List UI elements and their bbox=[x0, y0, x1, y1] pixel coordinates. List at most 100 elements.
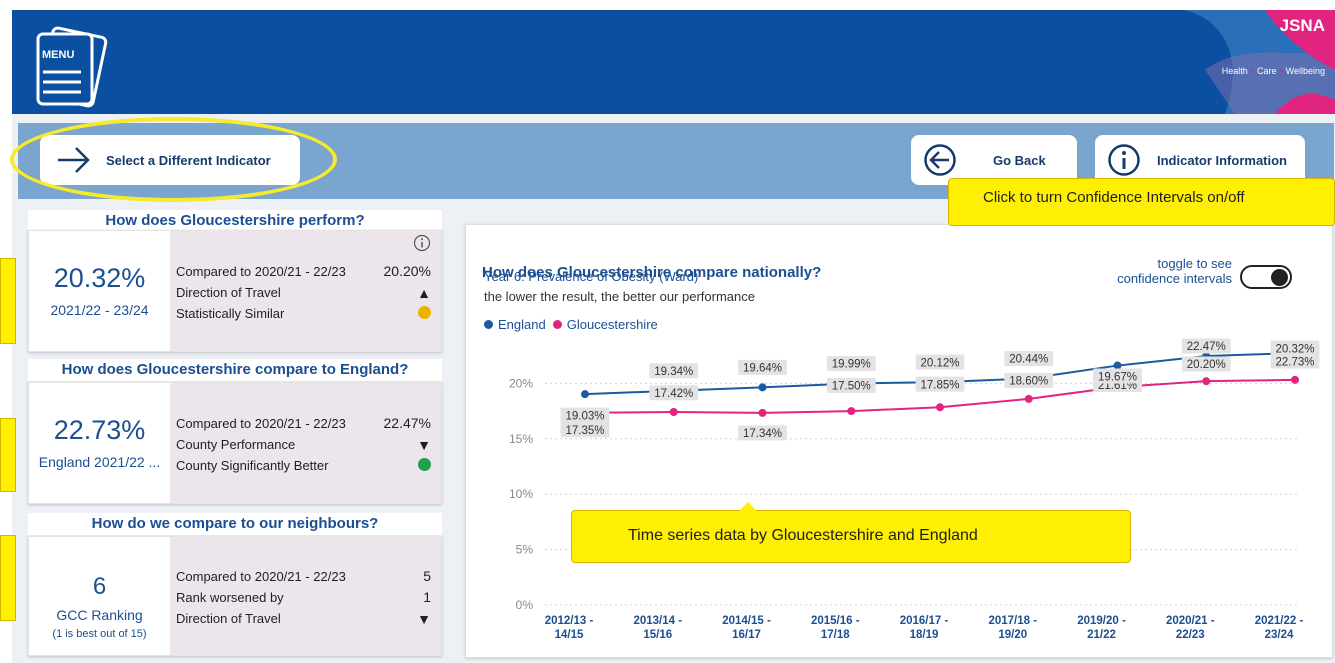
data-point-gloucestershire bbox=[1291, 375, 1299, 384]
y-tick-label: 0% bbox=[516, 598, 534, 612]
chart-note: the lower the result, the better our per… bbox=[484, 289, 755, 304]
neighbours-compare-value: 5 bbox=[423, 568, 431, 584]
x-tick-label: 2015/16 -17/18 bbox=[811, 615, 860, 641]
gloucestershire-data-label: 17.85% bbox=[920, 379, 959, 391]
y-tick-label: 10% bbox=[509, 487, 533, 501]
data-point-gloucestershire bbox=[1024, 394, 1033, 403]
info-icon[interactable] bbox=[413, 234, 431, 252]
perform-compare-label: Compared to 2020/21 - 22/23 bbox=[176, 264, 346, 279]
england-data-label: 19.34% bbox=[654, 366, 693, 378]
x-tick-label: 2013/14 -15/16 bbox=[633, 615, 682, 641]
chart-legend: England Gloucestershire bbox=[484, 317, 658, 332]
data-point-gloucestershire bbox=[936, 403, 944, 412]
legend-gloucestershire[interactable]: Gloucestershire bbox=[567, 317, 658, 332]
brand-title: JSNA bbox=[1279, 16, 1325, 35]
callout-marker bbox=[0, 418, 16, 492]
perform-significance-label: Statistically Similar bbox=[176, 306, 285, 321]
confidence-interval-toggle[interactable] bbox=[1240, 265, 1292, 289]
data-point-england bbox=[581, 390, 589, 399]
neighbours-card: 6 GCC Ranking (1 is best out of 15) Comp… bbox=[28, 536, 442, 656]
perform-period: 2021/22 - 23/24 bbox=[50, 302, 149, 318]
england-data-label: 22.47% bbox=[1187, 341, 1226, 353]
go-back-label: Go Back bbox=[993, 152, 1046, 168]
perform-value: 20.32% bbox=[53, 263, 146, 293]
data-point-england bbox=[1113, 361, 1122, 370]
data-point-gloucestershire bbox=[847, 407, 856, 416]
gcc-ranking-note: (1 is best out of 15) bbox=[52, 628, 147, 640]
back-arrow-icon bbox=[924, 144, 956, 176]
brand-sub-wellbeing: Wellbeing bbox=[1285, 66, 1325, 76]
gloucestershire-data-label: 18.60% bbox=[1009, 376, 1048, 388]
perform-compare-value: 20.20% bbox=[383, 263, 431, 279]
gloucestershire-data-label: 19.67% bbox=[1098, 371, 1137, 383]
triangle-down-icon: ▼ bbox=[417, 611, 431, 627]
data-point-gloucestershire bbox=[1202, 377, 1211, 386]
perform-direction-label: Direction of Travel bbox=[176, 285, 281, 300]
brand-subtitle: Health • Care • Wellbeing bbox=[1221, 66, 1325, 76]
legend-gloucestershire-swatch bbox=[552, 320, 562, 329]
confidence-tooltip-text: Click to turn Confidence Intervals on/of… bbox=[983, 189, 1245, 206]
gloucestershire-data-label: 17.42% bbox=[654, 388, 693, 400]
data-point-england bbox=[758, 383, 767, 392]
county-performance-label: County Performance bbox=[176, 437, 296, 452]
england-compare-value: 22.47% bbox=[383, 415, 431, 431]
y-tick-label: 5% bbox=[516, 543, 534, 557]
triangle-up-icon: ▲ bbox=[417, 285, 431, 301]
neighbours-compare-label: Compared to 2020/21 - 22/23 bbox=[176, 569, 346, 584]
y-tick-label: 20% bbox=[509, 376, 533, 390]
rank-worsened-label: Rank worsened by bbox=[176, 590, 284, 605]
menu-icon[interactable]: MENU bbox=[26, 26, 116, 110]
england-data-label: 20.12% bbox=[920, 357, 959, 369]
england-data-label: 19.03% bbox=[565, 410, 604, 422]
indicator-information-label: Indicator Information bbox=[1157, 152, 1287, 168]
x-tick-label: 2019/20 -21/22 bbox=[1077, 615, 1126, 641]
confidence-tooltip: Click to turn Confidence Intervals on/of… bbox=[948, 178, 1335, 226]
data-point-gloucestershire bbox=[669, 407, 678, 416]
toggle-label-line2: confidence intervals bbox=[1117, 271, 1232, 286]
toggle-knob bbox=[1271, 269, 1288, 286]
england-data-label: 19.64% bbox=[743, 363, 782, 375]
x-tick-label: 2017/18 -19/20 bbox=[988, 615, 1037, 641]
toggle-label: toggle to see confidence intervals bbox=[1100, 256, 1232, 286]
perform-title: How does Gloucestershire perform? bbox=[28, 210, 442, 232]
gloucestershire-data-label: 17.35% bbox=[565, 425, 604, 437]
x-tick-label: 2020/21 -22/23 bbox=[1166, 615, 1215, 641]
rank-worsened-value: 1 bbox=[423, 589, 431, 605]
menu-label: MENU bbox=[42, 49, 74, 61]
amber-status-dot bbox=[418, 306, 431, 322]
x-tick-label: 2021/22 -23/24 bbox=[1255, 615, 1304, 641]
gloucestershire-data-label: 17.34% bbox=[743, 428, 782, 440]
england-title: How does Gloucestershire compare to Engl… bbox=[28, 359, 442, 381]
callout-marker bbox=[0, 258, 16, 344]
england-data-label: 19.99% bbox=[832, 359, 871, 371]
england-panel: Compared to 2020/21 - 22/23 22.47% Count… bbox=[170, 383, 441, 503]
england-data-label: 22.73% bbox=[1275, 356, 1314, 368]
gcc-ranking-value: 6 bbox=[92, 573, 107, 600]
brand-sub-care: Care bbox=[1256, 66, 1277, 76]
england-card: 22.73% England 2021/22 ... Compared to 2… bbox=[28, 382, 442, 504]
neighbours-panel: Compared to 2020/21 - 22/23 5 Rank worse… bbox=[170, 537, 441, 655]
gcc-ranking-label: GCC Ranking bbox=[56, 607, 143, 623]
x-tick-label: 2016/17 -18/19 bbox=[900, 615, 949, 641]
x-tick-label: 2012/13 -14/15 bbox=[545, 615, 594, 641]
neighbours-direction-label: Direction of Travel bbox=[176, 611, 281, 626]
timeseries-tooltip: Time series data by Gloucestershire and … bbox=[571, 502, 1131, 563]
timeseries-tooltip-text: Time series data by Gloucestershire and … bbox=[628, 527, 978, 544]
x-tick-label: 2014/15 -16/17 bbox=[722, 615, 771, 641]
england-data-label: 20.44% bbox=[1009, 354, 1048, 366]
toggle-label-line1: toggle to see bbox=[1157, 256, 1232, 271]
gloucestershire-data-label: 20.20% bbox=[1187, 359, 1226, 371]
y-tick-label: 15% bbox=[509, 432, 533, 446]
callout-marker bbox=[0, 535, 16, 621]
legend-england[interactable]: England bbox=[498, 317, 546, 332]
chart-subtitle: Year 6: Prevalence of Obesity (Ward) bbox=[484, 269, 699, 284]
legend-england-swatch bbox=[484, 320, 493, 329]
gloucestershire-data-label: 17.50% bbox=[832, 381, 871, 393]
perform-card: 20.32% 2021/22 - 23/24 Compared to 2020/… bbox=[28, 230, 442, 352]
county-significance-label: County Significantly Better bbox=[176, 458, 329, 473]
highlight-ring bbox=[10, 117, 337, 202]
england-value: 22.73% bbox=[53, 415, 146, 445]
gloucestershire-data-label: 20.32% bbox=[1275, 343, 1314, 355]
data-point-gloucestershire bbox=[758, 408, 767, 417]
info-icon bbox=[1108, 144, 1140, 176]
